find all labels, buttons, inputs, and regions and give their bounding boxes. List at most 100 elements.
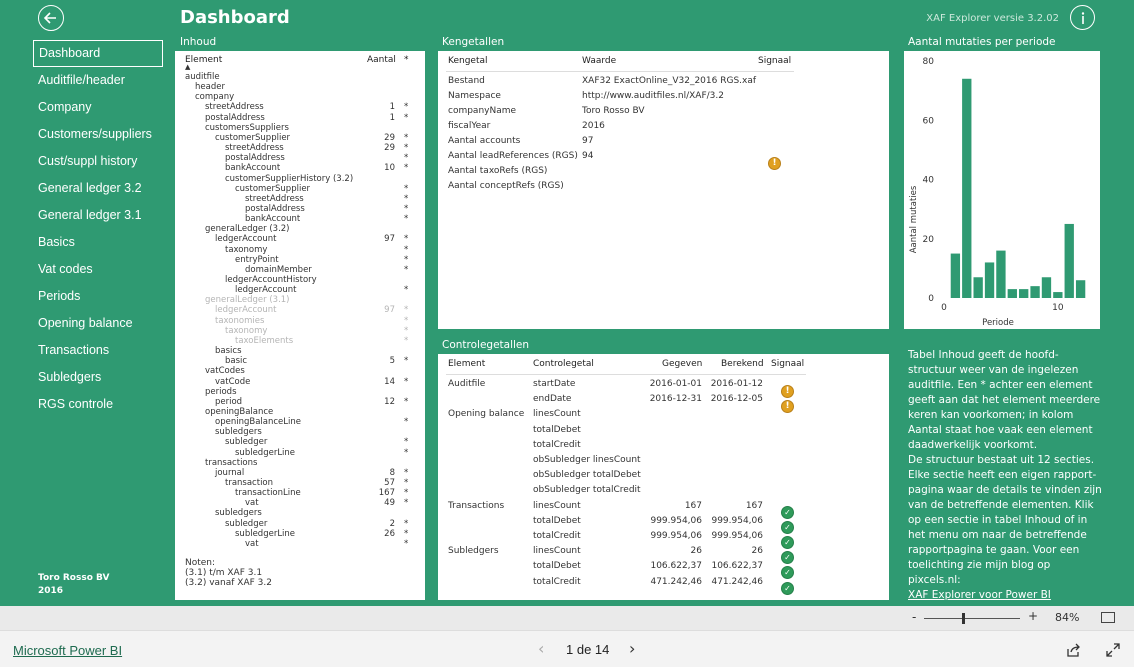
kengetal-label: Aantal taxoRefs (RGS) bbox=[448, 166, 548, 176]
inhoud-row-star: * bbox=[404, 153, 409, 164]
sidebar-item-auditfile-header[interactable]: Auditfile/header bbox=[33, 67, 163, 94]
inhoud-row-element[interactable]: openingBalance bbox=[205, 407, 273, 417]
fullscreen-icon[interactable] bbox=[1106, 643, 1120, 657]
inhoud-row-star: * bbox=[404, 244, 409, 255]
inhoud-row-element[interactable]: postalAddress bbox=[245, 204, 305, 214]
sidebar-item-transactions[interactable]: Transactions bbox=[33, 337, 163, 364]
inhoud-row-element[interactable]: taxonomy bbox=[225, 326, 267, 336]
back-button[interactable] bbox=[38, 5, 64, 31]
sidebar-item-customers-suppliers[interactable]: Customers/suppliers bbox=[33, 121, 163, 148]
y-tick-label: 20 bbox=[923, 235, 935, 245]
inhoud-row-element[interactable]: subledgers bbox=[215, 508, 262, 518]
sidebar-item-cust-suppl-history[interactable]: Cust/suppl history bbox=[33, 148, 163, 175]
sidebar-item-general-ledger-3-2[interactable]: General ledger 3.2 bbox=[33, 175, 163, 202]
inhoud-row-count: 49 bbox=[384, 498, 395, 509]
sidebar-item-vat-codes[interactable]: Vat codes bbox=[33, 256, 163, 283]
inhoud-row-element[interactable]: subledger bbox=[225, 519, 267, 529]
inhoud-row-element[interactable]: transactions bbox=[205, 458, 257, 468]
inhoud-row-element[interactable]: auditfile bbox=[185, 72, 220, 82]
share-icon[interactable] bbox=[1066, 643, 1081, 657]
chart-bar bbox=[973, 277, 983, 298]
inhoud-row-element[interactable]: ledgerAccount bbox=[215, 305, 276, 315]
sidebar-item-opening-balance[interactable]: Opening balance bbox=[33, 310, 163, 337]
inhoud-row-element[interactable]: streetAddress bbox=[205, 102, 264, 112]
zoom-slider-track[interactable] bbox=[924, 618, 1020, 619]
inhoud-row-star: * bbox=[404, 396, 409, 407]
controle-getal: linesCount bbox=[533, 409, 581, 420]
controle-getal: startDate bbox=[533, 379, 576, 389]
inhoud-row-element[interactable]: basics bbox=[215, 346, 242, 356]
inhoud-row-element[interactable]: bankAccount bbox=[245, 214, 300, 224]
inhoud-row-element[interactable]: customerSupplierHistory (3.2) bbox=[225, 174, 353, 184]
inhoud-row-element[interactable]: vatCodes bbox=[205, 366, 245, 376]
controle-getal: totalCredit bbox=[533, 576, 581, 587]
inhoud-row-star: * bbox=[404, 447, 409, 458]
inhoud-row-star: * bbox=[404, 498, 409, 509]
inhoud-row-element[interactable]: subledger bbox=[225, 437, 267, 447]
controle-element: Opening balance bbox=[448, 409, 525, 420]
inhoud-row-element[interactable]: vatCode bbox=[215, 377, 250, 387]
inhoud-row-star: * bbox=[404, 437, 409, 448]
inhoud-row-element[interactable]: taxonomies bbox=[215, 316, 264, 326]
inhoud-row-element[interactable]: company bbox=[195, 92, 234, 102]
inhoud-row-element[interactable]: domainMember bbox=[245, 265, 312, 275]
info-button[interactable] bbox=[1070, 5, 1095, 30]
power-bi-link[interactable]: Microsoft Power BI bbox=[13, 643, 122, 658]
sidebar-item-periods[interactable]: Periods bbox=[33, 283, 163, 310]
inhoud-row-element[interactable]: periods bbox=[205, 387, 237, 397]
next-page-button[interactable]: › bbox=[629, 639, 635, 658]
sidebar-item-basics[interactable]: Basics bbox=[33, 229, 163, 256]
controle-getal: obSubledger totalCredit bbox=[533, 485, 641, 496]
inhoud-row-element[interactable]: subledgerLine bbox=[235, 448, 295, 458]
fit-to-page-icon[interactable] bbox=[1101, 612, 1115, 623]
info-icon bbox=[1081, 11, 1084, 24]
inhoud-row-element[interactable]: subledgerLine bbox=[235, 529, 295, 539]
inhoud-row-star: * bbox=[404, 203, 409, 214]
sidebar-item-dashboard[interactable]: Dashboard bbox=[33, 40, 163, 67]
inhoud-row-element[interactable]: taxonomy bbox=[225, 245, 267, 255]
inhoud-row-element[interactable]: transaction bbox=[225, 478, 273, 488]
inhoud-row-element[interactable]: vat bbox=[245, 498, 259, 508]
inhoud-row-element[interactable]: entryPoint bbox=[235, 255, 279, 265]
inhoud-row-element[interactable]: period bbox=[215, 397, 242, 407]
inhoud-row-element[interactable]: customersSuppliers bbox=[205, 123, 289, 133]
prev-page-button[interactable]: ‹ bbox=[538, 639, 544, 658]
inhoud-row-element[interactable]: bankAccount bbox=[225, 163, 280, 173]
inhoud-row-element[interactable]: openingBalanceLine bbox=[215, 417, 301, 427]
inhoud-title: Inhoud bbox=[180, 36, 217, 48]
sidebar-item-rgs-controle[interactable]: RGS controle bbox=[33, 391, 163, 418]
inhoud-row-star: * bbox=[404, 356, 409, 367]
inhoud-row-element[interactable]: transactionLine bbox=[235, 488, 301, 498]
zoom-in-button[interactable]: + bbox=[1028, 609, 1038, 623]
inhoud-row-element[interactable]: streetAddress bbox=[225, 143, 284, 153]
inhoud-row-element[interactable]: streetAddress bbox=[245, 194, 304, 204]
zoom-slider-thumb[interactable] bbox=[962, 613, 965, 624]
chart-bar bbox=[1030, 286, 1040, 298]
inhoud-row-element[interactable]: journal bbox=[215, 468, 244, 478]
kengetal-value: 94 bbox=[582, 151, 594, 161]
inhoud-row-element[interactable]: postalAddress bbox=[225, 153, 285, 163]
sidebar-item-company[interactable]: Company bbox=[33, 94, 163, 121]
sort-asc-icon[interactable]: ▲ bbox=[185, 63, 190, 71]
inhoud-row-element[interactable]: subledgers bbox=[215, 427, 262, 437]
inhoud-row-element[interactable]: ledgerAccount bbox=[235, 285, 296, 295]
inhoud-row-element[interactable]: postalAddress bbox=[205, 113, 265, 123]
inhoud-row-element[interactable]: generalLedger (3.2) bbox=[205, 224, 290, 234]
inhoud-row-element[interactable]: ledgerAccount bbox=[215, 234, 276, 244]
inhoud-row-element[interactable]: customerSupplier bbox=[215, 133, 290, 143]
inhoud-row-element[interactable]: basic bbox=[225, 356, 247, 366]
inhoud-row-element[interactable]: ledgerAccountHistory bbox=[225, 275, 317, 285]
inhoud-row-element[interactable]: customerSupplier bbox=[235, 184, 310, 194]
inhoud-row-element[interactable]: taxoElements bbox=[235, 336, 293, 346]
sidebar-item-subledgers[interactable]: Subledgers bbox=[33, 364, 163, 391]
inhoud-row-element[interactable]: generalLedger (3.1) bbox=[205, 295, 290, 305]
chart-bar bbox=[1075, 280, 1086, 298]
kengetallen-col-waarde: Waarde bbox=[582, 56, 617, 66]
blog-link[interactable]: XAF Explorer voor Power BI bbox=[908, 589, 1051, 601]
zoom-out-button[interactable]: - bbox=[912, 610, 916, 624]
inhoud-row-element[interactable]: header bbox=[195, 82, 225, 92]
inhoud-row-element[interactable]: vat bbox=[245, 539, 259, 549]
inhoud-row-count: 8 bbox=[389, 467, 395, 478]
inhoud-row-star: * bbox=[404, 528, 409, 539]
sidebar-item-general-ledger-3-1[interactable]: General ledger 3.1 bbox=[33, 202, 163, 229]
